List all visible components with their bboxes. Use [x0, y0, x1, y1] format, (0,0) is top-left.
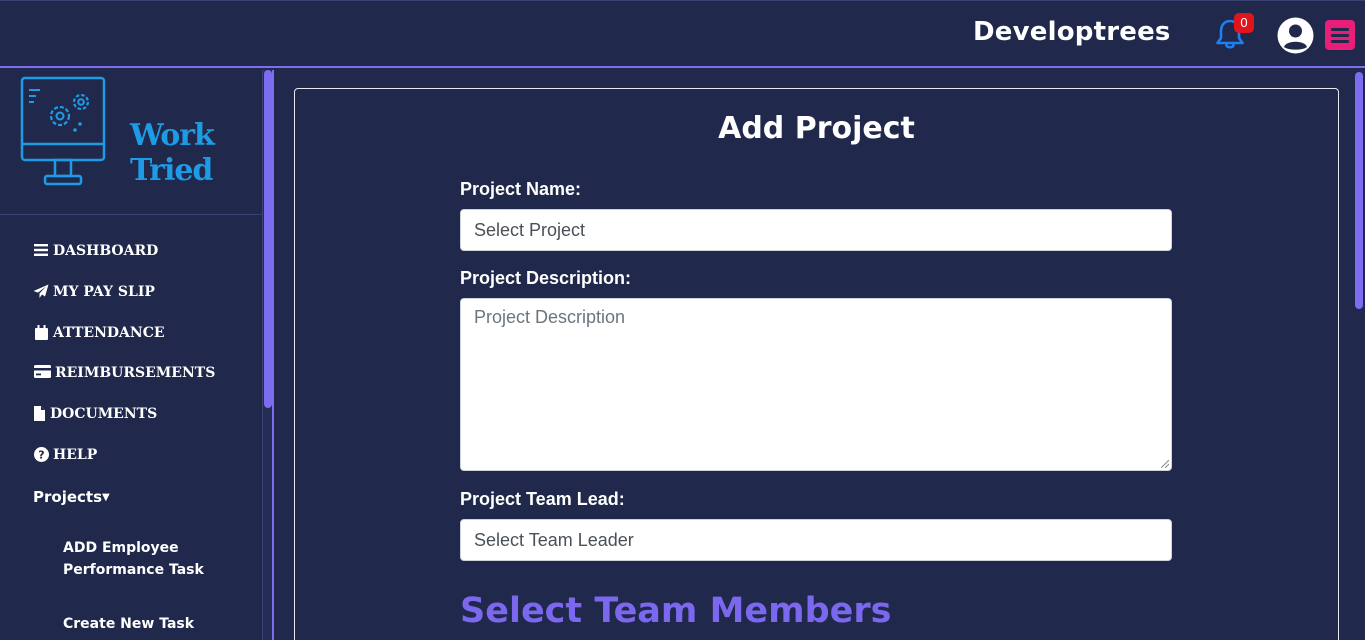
- notification-count-badge: 0: [1234, 13, 1254, 33]
- credit-card-icon: [33, 365, 51, 381]
- team-lead-select[interactable]: Select Team Leader: [460, 519, 1172, 561]
- sidebar-subitem-add-performance-task[interactable]: ADD Employee Performance Task: [63, 537, 243, 581]
- logo-text: Work Tried: [130, 118, 215, 188]
- sidebar-scrollbar-thumb[interactable]: [264, 70, 272, 408]
- sidebar-item-reimbursements[interactable]: REIMBURSEMENTS: [33, 365, 215, 381]
- brand-title: Developtrees: [973, 17, 1171, 47]
- caret-down-icon: ▼: [102, 492, 110, 503]
- team-lead-label: Project Team Lead:: [460, 489, 625, 509]
- sidebar-item-label: ATTENDANCE: [53, 325, 165, 341]
- file-icon: [33, 406, 46, 422]
- top-navbar: Developtrees 0: [0, 0, 1365, 68]
- project-description-textarea[interactable]: Project Description: [460, 298, 1172, 471]
- profile-button[interactable]: [1277, 17, 1314, 54]
- project-description-placeholder: Project Description: [474, 307, 626, 327]
- add-project-card: Add Project Project Name: Select Project…: [294, 88, 1339, 640]
- sidebar-item-documents[interactable]: DOCUMENTS: [33, 406, 157, 422]
- menu-toggle-button[interactable]: [1325, 20, 1355, 50]
- sidebar-item-label: MY PAY SLIP: [53, 284, 155, 300]
- sidebar-item-label: HELP: [53, 447, 98, 463]
- select-team-members-heading: Select Team Members: [460, 591, 892, 631]
- user-circle-icon: [1277, 17, 1314, 54]
- sidebar-item-label: DASHBOARD: [53, 243, 159, 259]
- sidebar-item-attendance[interactable]: ATTENDANCE: [33, 325, 165, 341]
- calendar-icon: [33, 325, 49, 341]
- project-name-select[interactable]: Select Project: [460, 209, 1172, 251]
- main-scrollbar[interactable]: [1353, 70, 1365, 640]
- sidebar-item-my-pay-slip[interactable]: MY PAY SLIP: [33, 284, 155, 300]
- sidebar-divider: [0, 214, 262, 215]
- question-circle-icon: ?: [33, 447, 49, 463]
- resize-handle-icon[interactable]: [1161, 460, 1169, 468]
- page-title: Add Project: [718, 111, 915, 146]
- sidebar-item-label: Projects: [33, 488, 103, 506]
- bars-icon: [33, 243, 49, 259]
- sidebar-item-label: REIMBURSEMENTS: [55, 365, 216, 381]
- svg-text:?: ?: [38, 449, 44, 462]
- app-logo[interactable]: Work Tried: [18, 76, 243, 191]
- sidebar-item-help[interactable]: ? HELP: [33, 447, 97, 463]
- sidebar-subitem-create-new-task[interactable]: Create New Task: [63, 613, 243, 635]
- sidebar-scrollbar[interactable]: [262, 70, 274, 640]
- monitor-gear-icon: [20, 76, 106, 186]
- sidebar-item-label: DOCUMENTS: [50, 406, 158, 422]
- project-name-label: Project Name:: [460, 179, 582, 199]
- sidebar-item-projects[interactable]: Projects▼: [33, 488, 110, 506]
- paper-plane-icon: [33, 284, 49, 300]
- sidebar: Work Tried DASHBOARD MY PAY SLIP ATTENDA…: [0, 70, 263, 640]
- project-description-label: Project Description:: [460, 268, 632, 288]
- sidebar-item-dashboard[interactable]: DASHBOARD: [33, 243, 158, 259]
- main-scrollbar-thumb[interactable]: [1355, 72, 1363, 309]
